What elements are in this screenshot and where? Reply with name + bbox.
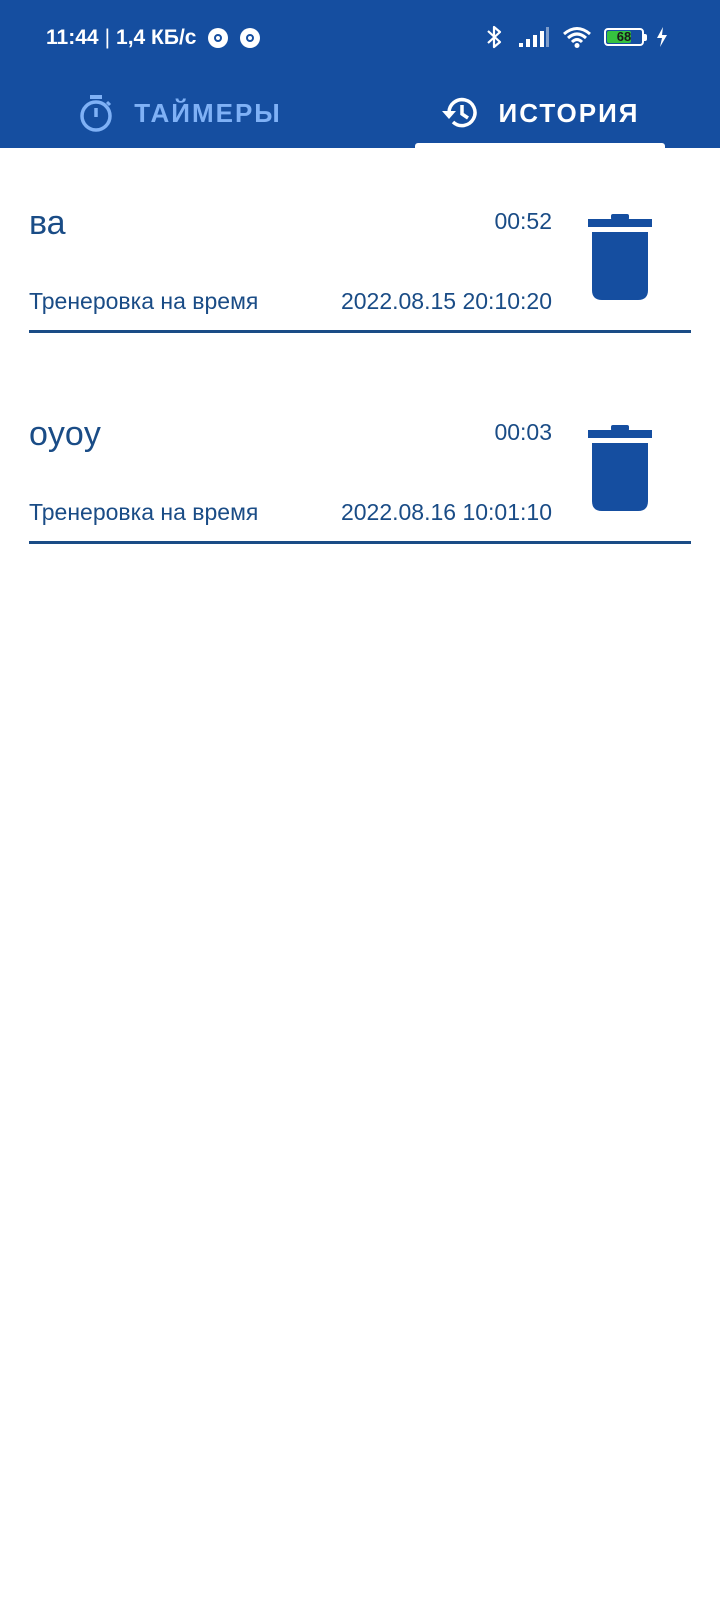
status-left: 11:44 | 1,4 КБ/с — [46, 26, 261, 50]
item-name: oyoy — [29, 415, 101, 453]
status-time: 11:44 — [46, 26, 99, 49]
item-type: Тренеровка на время — [29, 288, 259, 314]
status-bar: 11:44 | 1,4 КБ/с 68 — [0, 0, 720, 78]
stopwatch-icon — [80, 95, 112, 132]
charging-icon — [657, 27, 667, 47]
delete-button[interactable] — [586, 425, 654, 511]
item-duration: 00:52 — [494, 208, 552, 234]
tab-history[interactable]: ИСТОРИЯ — [360, 78, 720, 148]
tab-timers-label: ТАЙМЕРЫ — [134, 97, 282, 128]
item-type: Тренеровка на время — [29, 499, 259, 525]
item-datetime: 2022.08.15 20:10:20 — [340, 288, 552, 314]
network-speed: 1,4 КБ/с — [116, 26, 197, 49]
tab-bar: ТАЙМЕРЫ ИСТОРИЯ — [0, 78, 720, 148]
status-right: 68 — [484, 24, 668, 50]
bluetooth-icon — [487, 25, 502, 49]
item-datetime: 2022.08.16 10:01:10 — [340, 499, 552, 525]
trash-icon — [588, 425, 652, 511]
item-name: ва — [29, 204, 66, 242]
status-separator: | — [104, 26, 111, 49]
wifi-icon — [563, 27, 591, 48]
app-bar: 11:44 | 1,4 КБ/с 68 ТАЙМЕРЫ ИСТОРИЯ — [0, 0, 720, 148]
notification-gear-icon — [240, 28, 261, 48]
item-divider — [29, 541, 691, 544]
battery-cap — [644, 34, 647, 41]
history-item[interactable]: ва 00:52 Тренеровка на время 2022.08.15 … — [0, 148, 720, 348]
item-duration: 00:03 — [494, 419, 552, 445]
history-icon — [441, 97, 477, 128]
notification-gear-icon — [208, 28, 229, 48]
battery-level: 68 — [616, 29, 632, 44]
tab-timers[interactable]: ТАЙМЕРЫ — [0, 78, 360, 148]
battery-icon: 68 — [604, 28, 647, 46]
history-item[interactable]: oyoy 00:03 Тренеровка на время 2022.08.1… — [0, 359, 720, 559]
trash-icon — [588, 214, 652, 300]
item-divider — [29, 330, 691, 333]
tab-history-label: ИСТОРИЯ — [498, 97, 640, 128]
delete-button[interactable] — [586, 214, 654, 300]
signal-icon — [519, 27, 549, 47]
